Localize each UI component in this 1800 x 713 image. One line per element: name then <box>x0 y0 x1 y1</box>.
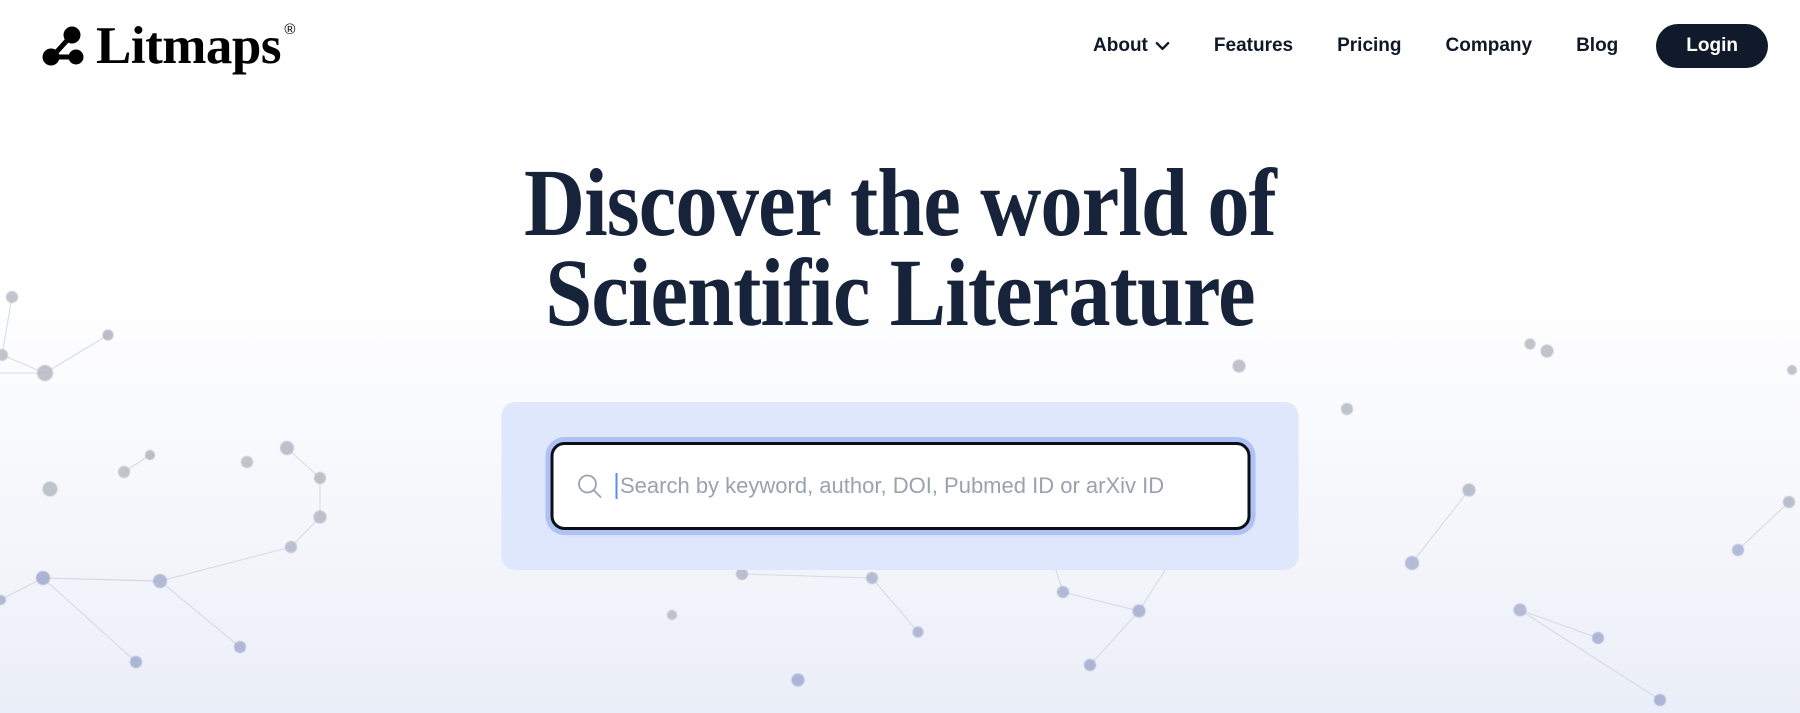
nav-item-features-label: Features <box>1213 34 1294 56</box>
search-field-wrapper[interactable] <box>550 442 1250 530</box>
litmaps-node-graph-icon <box>42 26 84 66</box>
main-navigation: About Features Pricing Company Blog Logi… <box>1071 23 1768 69</box>
brand-wordmark: Litmaps ® <box>96 16 295 75</box>
nav-item-pricing[interactable]: Pricing <box>1315 25 1423 67</box>
page-title: Discover the world of Scientific Literat… <box>108 149 1692 347</box>
nav-item-about[interactable]: About <box>1071 25 1192 67</box>
page-title-line-1: Discover the world of <box>524 149 1277 256</box>
brand-logo-link[interactable]: Litmaps ® <box>38 16 295 75</box>
brand-wordmark-text: Litmaps <box>96 16 281 75</box>
search-panel <box>501 402 1299 570</box>
registered-trademark-icon: ® <box>284 20 295 38</box>
chevron-down-icon <box>1155 41 1170 51</box>
nav-item-about-label: About <box>1093 34 1148 56</box>
search-icon <box>577 474 601 498</box>
landing-page: Litmaps ® About Features Pricing Company <box>0 0 1800 713</box>
nav-item-company-label: Company <box>1445 34 1533 56</box>
site-header: Litmaps ® About Features Pricing Company <box>0 0 1800 92</box>
text-cursor <box>615 473 617 499</box>
page-title-line-2: Scientific Literature <box>545 239 1255 347</box>
nav-item-blog[interactable]: Blog <box>1554 25 1640 67</box>
nav-item-company[interactable]: Company <box>1424 25 1555 67</box>
hero-section: Discover the world of Scientific Literat… <box>0 92 1800 347</box>
nav-item-pricing-label: Pricing <box>1337 34 1402 56</box>
login-button[interactable]: Login <box>1656 23 1768 69</box>
nav-item-blog-label: Blog <box>1576 34 1619 56</box>
nav-item-features[interactable]: Features <box>1192 25 1315 67</box>
search-input[interactable] <box>618 445 1225 527</box>
